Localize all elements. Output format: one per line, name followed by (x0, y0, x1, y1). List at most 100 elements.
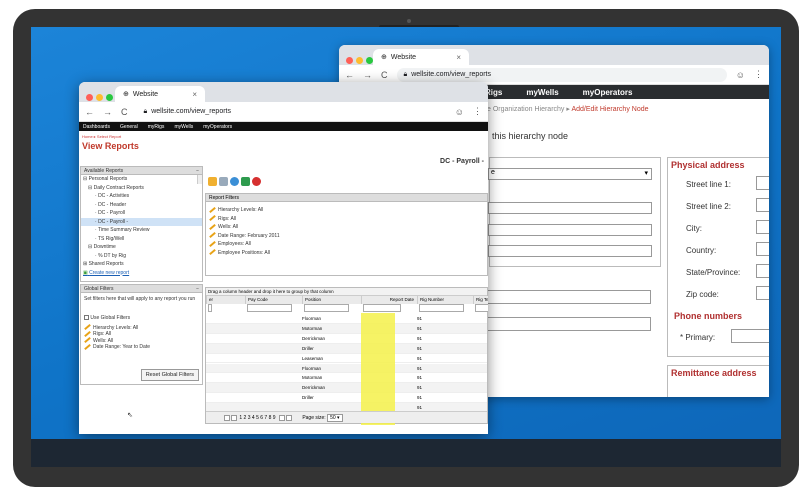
tree-item-selected[interactable]: · DC - Payroll - (81, 217, 202, 226)
table-row[interactable]: Floorman 91 (206, 363, 487, 374)
folder-icon[interactable] (208, 176, 217, 186)
window-controls[interactable] (346, 51, 376, 69)
collapse-icon[interactable]: − (196, 285, 199, 293)
excel-icon[interactable] (241, 176, 250, 186)
column-filter-input[interactable] (419, 304, 464, 312)
maximize-window-icon[interactable] (106, 94, 113, 101)
tab-close-icon[interactable]: × (192, 90, 197, 99)
page-size-select[interactable]: 50 ▾ (327, 414, 343, 422)
filter-item[interactable]: Hierarchy Levels: All (209, 206, 484, 215)
state-input[interactable] (756, 264, 769, 278)
window-controls[interactable] (86, 88, 116, 106)
print-icon[interactable] (219, 176, 228, 186)
table-row[interactable]: Derrickman 91 (206, 334, 487, 344)
form-field-4[interactable] (487, 290, 651, 304)
column-filter-input[interactable] (363, 304, 401, 312)
url-field[interactable]: 🔒︎ wellsite.com/view_reports (396, 67, 727, 82)
first-page-icon[interactable] (224, 414, 230, 421)
tab-close-icon[interactable]: × (456, 53, 461, 62)
column-filter-input[interactable] (208, 304, 212, 312)
use-global-filters-checkbox[interactable]: Use Global Filters (84, 315, 199, 322)
scrollbar[interactable] (197, 175, 202, 184)
table-row[interactable]: Motorman 91 (206, 323, 487, 334)
form-field-5[interactable] (487, 317, 651, 331)
back-icon[interactable]: ← (85, 107, 94, 117)
nav-item-myrigs[interactable]: myRigs (148, 124, 165, 130)
tree-item[interactable]: · TS Rig/Well (81, 235, 202, 244)
back-icon[interactable]: ← (345, 70, 354, 80)
column-header[interactable]: Rig Te (473, 296, 488, 304)
filter-item[interactable]: Employees: All (209, 240, 484, 249)
column-header[interactable]: er (206, 296, 245, 304)
browser-tab[interactable]: ⊕ Website × (115, 86, 205, 102)
reload-icon[interactable]: C (121, 107, 128, 117)
page-numbers[interactable]: 1 2 3 4 5 6 7 8 9 (239, 415, 275, 421)
globe-icon[interactable] (230, 176, 239, 186)
column-filter-input[interactable] (304, 304, 349, 312)
filter-item[interactable]: Employee Positions: All (209, 249, 484, 258)
table-row[interactable]: Driller 91 (206, 343, 487, 354)
next-page-icon[interactable] (278, 414, 285, 421)
table-row[interactable]: Driller 91 (206, 393, 487, 404)
breadcrumb-parent[interactable]: e Organization Hierarchy (487, 106, 564, 113)
tree-item[interactable]: · DC - Payroll (81, 209, 202, 218)
column-header[interactable]: Rig Number (417, 296, 473, 304)
column-header[interactable]: Pay Code (245, 296, 302, 304)
breadcrumb[interactable]: Home ▸ Select Report (79, 131, 488, 140)
prev-page-icon[interactable] (231, 414, 237, 421)
column-header[interactable]: Report Date (361, 296, 417, 304)
forward-icon[interactable]: → (103, 107, 112, 117)
browser-tab[interactable]: ⊕ Website × (373, 49, 469, 65)
nav-item-myoperators[interactable]: myOperators (203, 124, 232, 130)
tree-item[interactable]: · % DT by Rig (81, 252, 202, 261)
profile-icon[interactable]: ☺ (736, 70, 745, 80)
tree-item[interactable]: · Time Summary Review (81, 226, 202, 235)
tree-item[interactable]: · DC - Header (81, 201, 202, 210)
minimize-window-icon[interactable] (96, 94, 103, 101)
collapse-icon[interactable]: − (196, 167, 199, 175)
minimize-window-icon[interactable] (356, 57, 363, 64)
nav-item-mywells[interactable]: myWells (526, 88, 558, 97)
delete-icon[interactable] (252, 176, 261, 186)
street2-input[interactable] (756, 198, 769, 212)
url-field[interactable]: 🔒︎ wellsite.com/view_reports (136, 104, 446, 119)
city-input[interactable] (756, 220, 769, 234)
filter-item[interactable]: Wells: All (209, 223, 484, 232)
forward-icon[interactable]: → (363, 70, 372, 80)
profile-icon[interactable]: ☺ (455, 107, 464, 117)
tree-item[interactable]: · DC - Activities (81, 192, 202, 201)
group-by-area[interactable]: Drag a column header and drop it here to… (206, 288, 487, 296)
form-field-2[interactable] (488, 224, 652, 236)
filter-item[interactable]: Rigs: All (209, 215, 484, 224)
primary-phone-input[interactable] (731, 329, 769, 343)
tree-item[interactable]: ⊟ Downtime (81, 243, 202, 252)
nav-item-mywells[interactable]: myWells (174, 124, 193, 130)
tree-item[interactable]: ⊞ Shared Reports (81, 260, 202, 269)
street1-input[interactable] (756, 176, 769, 190)
column-filter-input[interactable] (475, 304, 488, 312)
table-row[interactable]: Floorman 91 (206, 314, 487, 324)
reload-icon[interactable]: C (381, 70, 388, 80)
menu-icon[interactable]: ⋮ (473, 106, 482, 117)
table-row[interactable]: Derrickman 91 (206, 383, 487, 394)
close-window-icon[interactable] (86, 94, 93, 101)
nav-item-myoperators[interactable]: myOperators (583, 88, 633, 97)
nav-item-general[interactable]: General (120, 124, 138, 130)
tree-item[interactable]: ⊟ Personal Reports (81, 175, 202, 184)
column-filter-input[interactable] (247, 304, 292, 312)
table-row[interactable]: Motorman 91 (206, 373, 487, 384)
browser-window-front[interactable]: ⊕ Website × ← → C 🔒︎ wellsite.com/view_re… (79, 82, 488, 434)
last-page-icon[interactable] (285, 414, 292, 421)
nav-item-dashboards[interactable]: Dashboards (83, 124, 110, 130)
form-field-3[interactable] (488, 245, 652, 257)
type-select[interactable]: e ▾ (488, 168, 652, 180)
reset-global-filters-button[interactable]: Reset Global Filters (140, 369, 199, 381)
tree-item[interactable]: ⊟ Daily Contract Reports (81, 184, 202, 193)
filter-item[interactable]: Date Range: February 2011 (209, 232, 484, 241)
menu-icon[interactable]: ⋮ (754, 69, 763, 80)
table-row[interactable]: Leaseman 91 (206, 354, 487, 364)
zip-input[interactable] (756, 286, 769, 300)
country-input[interactable] (756, 242, 769, 256)
form-field-1[interactable] (488, 202, 652, 214)
create-report-link[interactable]: ▣ Create new report (81, 269, 202, 278)
